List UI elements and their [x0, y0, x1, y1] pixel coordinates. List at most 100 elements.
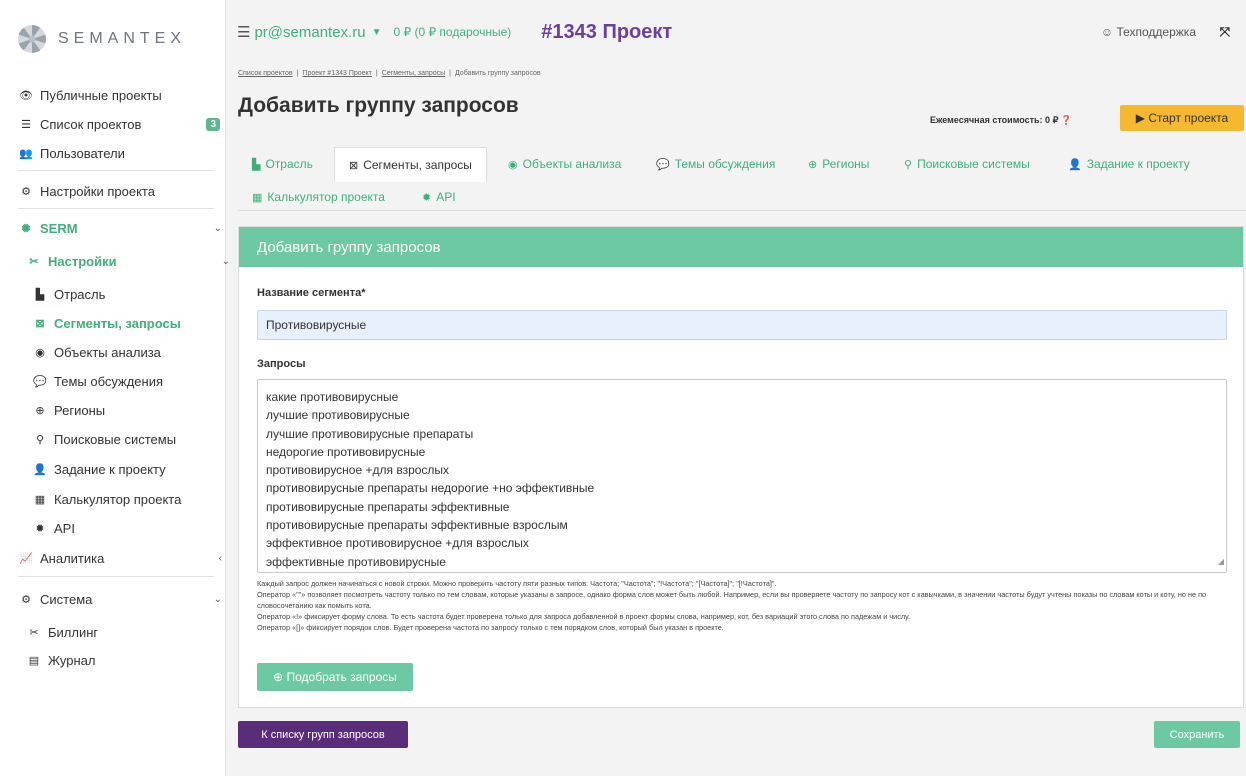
tab-regions[interactable]: ⊕ Регионы	[808, 157, 869, 171]
sidebar-item-journal[interactable]: ▤ Журнал	[26, 653, 252, 668]
industry-icon: ▙	[35, 289, 45, 301]
query-line: недорогие противовирусные	[266, 444, 426, 459]
tab-api[interactable]: ✹ API	[422, 190, 456, 204]
cogs-icon: ⚙	[21, 186, 31, 198]
chevron-down-icon: ⌄	[213, 594, 222, 605]
sidebar-item-regions[interactable]: ⊕ Регионы	[32, 403, 258, 418]
divider	[18, 208, 214, 209]
topbar: ☰ pr@semantex.ru ▼ 0 ₽ (0 ₽ подарочные) …	[227, 0, 1246, 64]
menu-icon[interactable]: ☰	[237, 23, 250, 41]
start-project-button[interactable]: ▶ Старт проекта	[1120, 105, 1244, 131]
tab-objects[interactable]: ◉ Объекты анализа	[508, 157, 621, 171]
sidebar-item-objects[interactable]: ◉ Объекты анализа	[32, 345, 258, 360]
queries-textarea[interactable]: какие противовирусные лучшие противовиру…	[257, 379, 1227, 573]
user-edit-icon: 👤	[1068, 158, 1082, 171]
help-text: Каждый запрос должен начинаться с новой …	[257, 579, 1207, 632]
sidebar-item-search-engines[interactable]: ⚲ Поисковые системы	[32, 432, 258, 447]
plus-circle-icon: ⊕	[273, 670, 284, 684]
page-title: Добавить группу запросов	[238, 94, 519, 117]
play-icon: ▶	[1135, 111, 1145, 125]
sidebar-item-system[interactable]: ⚙ Система ⌄	[18, 592, 244, 607]
chart-icon: 📈	[19, 553, 33, 565]
monthly-cost: Ежемесячная стоимость: 0 ₽ ❓	[930, 115, 1073, 125]
query-line: какие противовирусные	[266, 390, 399, 404]
sidebar-item-analytics[interactable]: 📈 Аналитика ‹	[18, 551, 244, 566]
serm-icon: ✺	[21, 223, 31, 235]
breadcrumb-current: Добавить группу запросов	[454, 70, 541, 77]
tabs-divider	[238, 210, 1246, 211]
project-count-badge: 3	[206, 118, 220, 131]
back-to-groups-button[interactable]: К списку групп запросов	[238, 721, 408, 748]
target-icon: ◉	[508, 158, 518, 171]
tab-segments[interactable]: ⊠ Сегменты, запросы	[334, 147, 487, 182]
comments-icon: 💬	[656, 158, 670, 171]
tab-topics[interactable]: 💬 Темы обсуждения	[656, 157, 775, 171]
segments-icon: ⊠	[35, 318, 45, 330]
support-link[interactable]: ☺ Техподдержка	[1101, 25, 1196, 39]
segment-name-input[interactable]: Противовирусные	[257, 310, 1227, 340]
divider	[18, 170, 214, 171]
tab-task[interactable]: 👤 Задание к проекту	[1068, 157, 1190, 171]
globe-icon: ⊕	[35, 405, 45, 417]
sidebar-item-settings[interactable]: ✂ Настройки ⌄	[26, 254, 252, 269]
list-icon: ☰	[21, 119, 31, 131]
search-icon: ⚲	[35, 434, 45, 446]
tools-icon: ✂	[29, 627, 39, 639]
chevron-down-icon: ⌄	[213, 223, 222, 234]
sidebar-item-task[interactable]: 👤 Задание к проекту	[32, 462, 258, 477]
query-line: лучшие противовирусные	[266, 408, 410, 423]
sidebar-item-industry[interactable]: ▙ Отрасль	[32, 287, 258, 302]
breadcrumb-link[interactable]: Проект #1343 Проект	[302, 70, 371, 77]
logo-icon	[18, 25, 46, 53]
tab-industry[interactable]: ▙ Отрасль	[252, 157, 313, 171]
breadcrumb-link[interactable]: Сегменты, запросы	[382, 70, 445, 77]
save-button[interactable]: Сохранить	[1154, 721, 1240, 748]
divider	[18, 576, 214, 577]
segments-icon: ⊠	[349, 159, 359, 172]
breadcrumb-link[interactable]: Список проектов	[238, 70, 293, 77]
sidebar-item-segments[interactable]: ⊠ Сегменты, запросы	[32, 316, 258, 331]
help-icon[interactable]: ❓	[1061, 115, 1072, 125]
query-line: противовирусные препараты недорогие +но …	[266, 481, 595, 496]
calculator-icon: ▦	[252, 191, 263, 204]
eye-icon: 👁	[19, 90, 33, 102]
project-title: #1343 Проект	[541, 20, 673, 43]
sidebar-item-billing[interactable]: ✂ Биллинг	[26, 625, 252, 640]
account-email[interactable]: pr@semantex.ru	[254, 24, 365, 41]
chevron-down-icon[interactable]: ▼	[372, 27, 382, 38]
tab-search-engines[interactable]: ⚲ Поисковые системы	[904, 157, 1030, 171]
support-icon: ☺	[1100, 25, 1114, 39]
query-line: эффективные противовирусные	[266, 554, 446, 569]
resize-handle-icon[interactable]: ◢	[1218, 553, 1224, 571]
industry-icon: ▙	[252, 158, 261, 171]
query-line: противовирусное +для взрослых	[266, 463, 450, 478]
logo-text: SEMANTEX	[58, 30, 187, 47]
sidebar-item-topics[interactable]: 💬 Темы обсуждения	[32, 374, 258, 389]
globe-icon: ⊕	[808, 158, 818, 171]
logo[interactable]: SEMANTEX	[0, 0, 225, 78]
query-line: эффективное противовирусное +для взрослы…	[266, 536, 529, 551]
account-balance[interactable]: 0 ₽ (0 ₽ подарочные)	[393, 25, 511, 39]
users-icon: 👥	[19, 148, 33, 160]
fullscreen-icon[interactable]: ⤧	[1220, 24, 1230, 40]
query-line: противовирусные препараты эффективные вз…	[266, 518, 568, 533]
search-icon: ⚲	[904, 158, 913, 171]
sidebar-item-public-projects[interactable]: 👁 Публичные проекты	[18, 88, 244, 103]
query-line: лучшие противовирусные препараты	[266, 426, 474, 441]
sidebar-item-api[interactable]: ✹ API	[32, 521, 258, 536]
user-edit-icon: 👤	[33, 464, 47, 476]
sidebar-item-calculator[interactable]: ▦ Калькулятор проекта	[32, 492, 258, 507]
form-panel: Добавить группу запросов Название сегмен…	[238, 226, 1244, 708]
query-line: противовирусные препараты эффективные	[266, 499, 510, 514]
sidebar-item-project-settings[interactable]: ⚙ Настройки проекта	[18, 184, 244, 199]
journal-icon: ▤	[28, 655, 40, 667]
panel-title: Добавить группу запросов	[239, 227, 1243, 267]
sidebar-item-project-list[interactable]: ☰ Список проектов 3	[18, 117, 244, 132]
sidebar-item-serm[interactable]: ✺ SERM ⌄	[18, 221, 244, 236]
chevron-left-icon: ‹	[218, 553, 222, 564]
tab-calculator[interactable]: ▦ Калькулятор проекта	[252, 190, 385, 204]
sidebar: SEMANTEX 👁 Публичные проекты ☰ Список пр…	[0, 0, 230, 776]
breadcrumb: Список проектов | Проект #1343 Проект | Сегм…	[238, 70, 541, 77]
sidebar-item-users[interactable]: 👥 Пользователи	[18, 146, 244, 161]
pick-queries-button[interactable]: ⊕ Подобрать запросы	[257, 663, 413, 691]
